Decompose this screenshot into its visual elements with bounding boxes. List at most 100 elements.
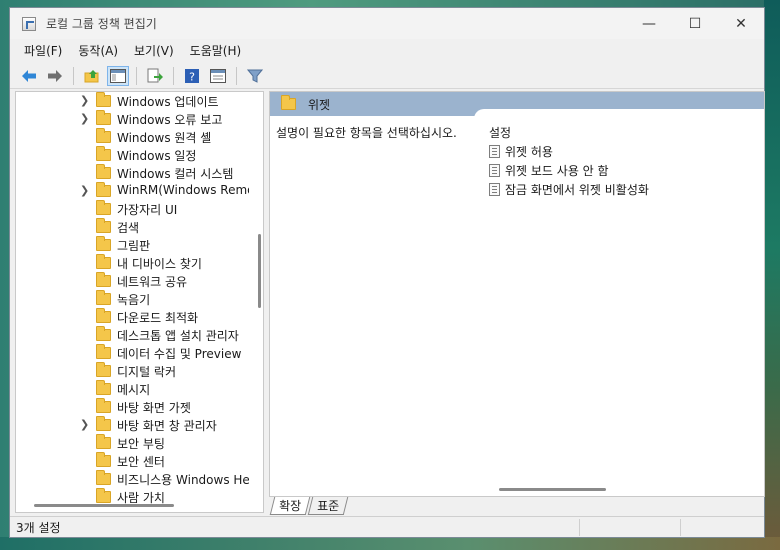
up-folder-icon[interactable] (81, 66, 103, 86)
chevron-right-icon[interactable]: ❯ (80, 184, 92, 197)
tree-item[interactable]: 메시지 (16, 380, 248, 398)
tree-item-label: Windows 업데이트 (117, 95, 219, 109)
tab-extended[interactable]: 확장 (269, 497, 311, 515)
menu-help[interactable]: 도움말(H) (182, 40, 250, 61)
back-icon[interactable] (18, 66, 40, 86)
folder-icon (96, 380, 111, 395)
tree-item[interactable]: 다운로드 최적화 (16, 308, 248, 326)
close-button[interactable]: ✕ (718, 8, 764, 39)
tree-item[interactable]: 보안 부팅 (16, 434, 248, 452)
folder-icon (96, 92, 111, 107)
tree-item-label: 다운로드 최적화 (117, 311, 199, 325)
setting-item[interactable]: 위젯 허용 (489, 142, 553, 160)
folder-icon (96, 344, 111, 359)
tree-item-label: 메시지 (117, 383, 151, 397)
menu-action[interactable]: 동작(A) (70, 40, 126, 61)
chevron-right-icon[interactable]: ❯ (80, 112, 92, 125)
properties-icon[interactable] (207, 66, 229, 86)
menu-view[interactable]: 보기(V) (126, 40, 182, 61)
tree-item-label: Windows 일정 (117, 149, 197, 163)
tree-item[interactable]: 디지털 락커 (16, 362, 248, 380)
toolbar-separator (73, 66, 74, 85)
policy-setting-icon (489, 163, 500, 177)
folder-icon (96, 218, 111, 233)
tab-label: 확장 (279, 499, 302, 513)
minimize-button[interactable]: — (626, 8, 672, 39)
folder-icon (96, 416, 111, 431)
tree-item[interactable]: 네트워크 공유 (16, 272, 248, 290)
tree-item[interactable]: Windows 컬러 시스템 (16, 164, 248, 182)
tree-item[interactable]: 데스크톱 앱 설치 관리자 (16, 326, 248, 344)
view-tabs: 확장 표준 (269, 497, 349, 515)
tree-item[interactable]: Windows 원격 셸 (16, 128, 248, 146)
scrollbar-thumb[interactable] (258, 234, 261, 308)
folder-icon (96, 128, 111, 143)
forward-icon[interactable] (44, 66, 66, 86)
folder-icon (96, 182, 111, 197)
tree-item-label: 그림판 (117, 239, 151, 253)
help-icon[interactable]: ? (181, 66, 203, 86)
tree-item-label: 비즈니스용 Windows He (117, 473, 249, 487)
tree-item[interactable]: ❯ Windows 업데이트 (16, 92, 248, 110)
export-list-icon[interactable] (144, 66, 166, 86)
tree-item[interactable]: 바탕 화면 가젯 (16, 398, 248, 416)
folder-icon (96, 470, 111, 485)
scrollbar-thumb[interactable] (34, 504, 174, 507)
folder-icon (96, 200, 111, 215)
status-divider (579, 519, 580, 536)
tree-item-label: 녹음기 (117, 293, 151, 307)
toolbar-separator (173, 66, 174, 85)
policy-setting-icon (489, 144, 500, 158)
desktop-background-bottom (0, 537, 780, 550)
folder-icon (96, 110, 111, 125)
policy-setting-icon (489, 182, 500, 196)
menu-file[interactable]: 파일(F) (16, 40, 70, 61)
settings-column-header[interactable]: 설정 (489, 124, 511, 141)
tree-pane: ❯ Windows 업데이트 ❯ Windows 오류 보고 Windows 원격 셸 W… (15, 91, 264, 513)
chevron-right-icon[interactable]: ❯ (80, 418, 92, 431)
scrollbar-thumb[interactable] (499, 488, 606, 491)
tree-item[interactable]: 데이터 수집 및 Preview (16, 344, 248, 362)
tree-item-label: Windows 원격 셸 (117, 131, 212, 145)
tree-item[interactable]: 녹음기 (16, 290, 248, 308)
tree-item-label: 검색 (117, 221, 140, 235)
tree-item-label: 가장자리 UI (117, 203, 178, 217)
tree-vertical-scrollbar[interactable] (256, 92, 263, 512)
tree-item-label: 디지털 락커 (117, 365, 177, 379)
folder-icon (96, 452, 111, 467)
title-bar[interactable]: 로컬 그룹 정책 편집기 — ☐ ✕ (10, 8, 764, 39)
tree-item[interactable]: 가장자리 UI (16, 200, 248, 218)
setting-item[interactable]: 위젯 보드 사용 안 함 (489, 161, 609, 179)
tree-item-label: 데스크톱 앱 설치 관리자 (117, 329, 239, 343)
tab-standard[interactable]: 표준 (307, 497, 349, 515)
tree-item[interactable]: 검색 (16, 218, 248, 236)
tab-label: 표준 (317, 499, 340, 513)
tree-item-label: WinRM(Windows Remot (117, 183, 249, 197)
filter-icon[interactable] (244, 66, 266, 86)
show-hide-tree-icon[interactable] (107, 65, 129, 86)
folder-icon (96, 236, 111, 251)
folder-icon (96, 434, 111, 449)
tree-item[interactable]: 그림판 (16, 236, 248, 254)
status-text: 3개 설정 (16, 520, 61, 535)
tree-item-label: 바탕 화면 창 관리자 (117, 419, 217, 433)
maximize-button[interactable]: ☐ (672, 8, 718, 39)
setting-label: 잠금 화면에서 위젯 비활성화 (505, 182, 649, 197)
folder-icon (96, 326, 111, 341)
tree-item[interactable]: Windows 일정 (16, 146, 248, 164)
tree-item[interactable]: ❯ WinRM(Windows Remot (16, 182, 249, 200)
setting-item[interactable]: 잠금 화면에서 위젯 비활성화 (489, 180, 649, 198)
details-pane: 위젯 설명이 필요한 항목을 선택하십시오. 설정 위젯 허용 위젯 보드 사용… (269, 91, 765, 497)
toolbar: ? (10, 63, 764, 89)
details-horizontal-scrollbar[interactable] (474, 482, 764, 496)
tree-item[interactable]: ❯ 바탕 화면 창 관리자 (16, 416, 248, 434)
folder-icon (96, 362, 111, 377)
folder-icon (96, 290, 111, 305)
chevron-right-icon[interactable]: ❯ (80, 94, 92, 107)
tree-item[interactable]: 보안 센터 (16, 452, 248, 470)
tree-item[interactable]: 비즈니스용 Windows He (16, 470, 249, 488)
tree-item[interactable]: ❯ Windows 오류 보고 (16, 110, 248, 128)
menu-bar: 파일(F) 동작(A) 보기(V) 도움말(H) (10, 39, 764, 61)
tree-horizontal-scrollbar[interactable] (16, 498, 256, 512)
tree-item[interactable]: 내 디바이스 찾기 (16, 254, 248, 272)
